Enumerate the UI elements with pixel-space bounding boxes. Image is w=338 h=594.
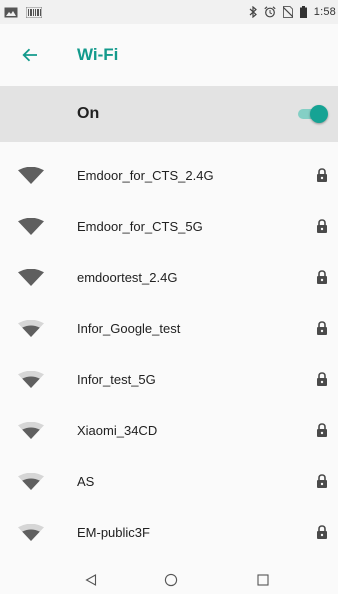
- lock-icon: [317, 270, 327, 284]
- network-name: Emdoor_for_CTS_5G: [77, 219, 203, 234]
- system-nav-bar: [0, 564, 338, 594]
- network-item[interactable]: Emdoor_for_CTS_2.4G: [0, 150, 338, 201]
- network-item[interactable]: Infor_test_5G: [0, 354, 338, 405]
- wifi-master-label: On: [77, 105, 100, 122]
- barcode-icon: [26, 6, 42, 18]
- page-title: Wi-Fi: [77, 45, 119, 64]
- network-item[interactable]: EM-public3F: [0, 507, 338, 558]
- image-icon: [4, 7, 18, 17]
- network-name: EM-public3F: [77, 525, 150, 540]
- network-item[interactable]: Emdoor_for_CTS_5G: [0, 201, 338, 252]
- bluetooth-icon: [249, 6, 257, 18]
- status-time: 1:58: [313, 6, 336, 18]
- wifi-signal-strong-icon: [18, 269, 44, 286]
- arrow-back-icon: [22, 48, 37, 62]
- back-triangle-icon: [85, 574, 97, 586]
- wifi-signal-strong-icon: [18, 218, 44, 235]
- lock-icon: [317, 423, 327, 437]
- network-name: AS: [77, 474, 95, 489]
- network-name: Xiaomi_34CD: [77, 423, 158, 438]
- status-right: 1:58: [249, 6, 336, 18]
- network-item[interactable]: AS: [0, 456, 338, 507]
- alarm-icon: [264, 6, 276, 18]
- network-item[interactable]: Infor_Google_test: [0, 303, 338, 354]
- home-circle-icon: [164, 573, 178, 587]
- battery-icon: [299, 6, 307, 18]
- wifi-toggle[interactable]: [296, 105, 328, 123]
- network-item[interactable]: emdoortest_2.4G: [0, 252, 338, 303]
- recents-square-icon: [257, 574, 269, 586]
- status-bar: 1:58: [0, 0, 338, 24]
- lock-icon: [317, 474, 327, 488]
- network-name: Infor_Google_test: [77, 321, 181, 336]
- wifi-signal-medium-icon: [18, 524, 44, 541]
- lock-icon: [317, 219, 327, 233]
- wifi-signal-medium-icon: [18, 473, 44, 490]
- network-item[interactable]: Xiaomi_34CD: [0, 405, 338, 456]
- wifi-signal-strong-icon: [18, 167, 44, 184]
- nav-recents-button[interactable]: [253, 570, 273, 590]
- lock-icon: [317, 321, 327, 335]
- network-name: emdoortest_2.4G: [77, 270, 178, 285]
- toggle-thumb: [310, 105, 328, 123]
- lock-icon: [317, 525, 327, 539]
- network-name: Emdoor_for_CTS_2.4G: [77, 168, 214, 183]
- lock-icon: [317, 372, 327, 386]
- wifi-signal-medium-icon: [18, 371, 44, 388]
- back-button[interactable]: [0, 24, 72, 86]
- nav-home-button[interactable]: [161, 570, 181, 590]
- network-list: Emdoor_for_CTS_2.4G Emdoor_for_CTS_5G em…: [0, 150, 338, 558]
- nav-back-button[interactable]: [81, 570, 101, 590]
- status-left: [4, 6, 42, 18]
- wifi-master-switch-row[interactable]: On: [0, 86, 338, 142]
- lock-icon: [317, 168, 327, 182]
- wifi-signal-medium-icon: [18, 422, 44, 439]
- network-name: Infor_test_5G: [77, 372, 156, 387]
- wifi-signal-medium-icon: [18, 320, 44, 337]
- app-bar: Wi-Fi: [0, 24, 338, 86]
- no-sim-icon: [282, 6, 293, 18]
